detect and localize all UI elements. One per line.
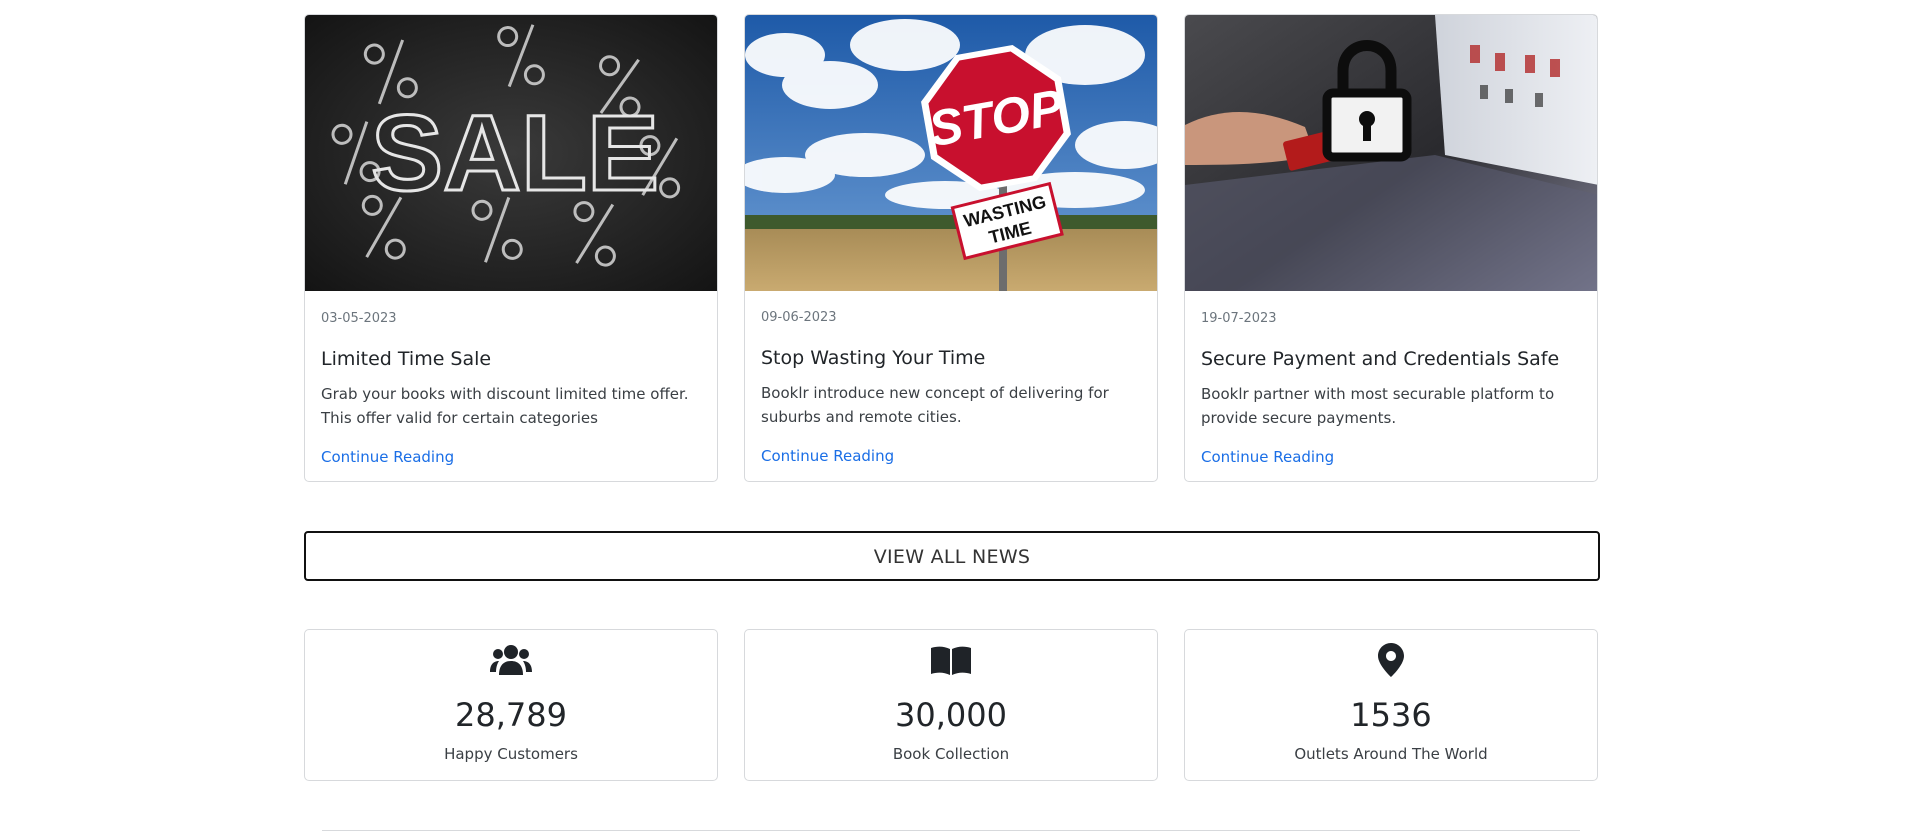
news-date: 03-05-2023	[321, 311, 397, 326]
continue-reading-link[interactable]: Continue Reading	[1201, 448, 1334, 466]
news-date: 09-06-2023	[761, 310, 837, 325]
news-excerpt: Booklr introduce new concept of deliveri…	[761, 384, 1109, 426]
news-title: Limited Time Sale	[321, 348, 492, 370]
secure-payment-padlock-image	[1185, 15, 1597, 291]
view-all-news-button[interactable]: VIEW ALL NEWS	[304, 531, 1600, 581]
news-card: 19-07-2023 Secure Payment and Credential…	[1184, 14, 1598, 482]
stat-card-customers: 28,789 Happy Customers	[304, 629, 718, 781]
news-date: 19-07-2023	[1201, 311, 1277, 326]
news-cards-row: SALE 03-05-2023 Limited Time Sale Grab y…	[304, 14, 1600, 482]
stat-value: 28,789	[455, 696, 567, 734]
stat-card-outlets: 1536 Outlets Around The World	[1184, 629, 1598, 781]
stat-value: 1536	[1350, 696, 1432, 734]
stop-wasting-time-sign-image: STOP WASTING TIME	[745, 15, 1157, 291]
news-card: SALE 03-05-2023 Limited Time Sale Grab y…	[304, 14, 718, 482]
continue-reading-link[interactable]: Continue Reading	[761, 447, 894, 465]
stat-label: Outlets Around The World	[1294, 745, 1488, 763]
users-icon	[490, 645, 532, 675]
news-card: STOP WASTING TIME 09-06-2023 Stop Wastin…	[744, 14, 1158, 482]
stat-card-books: 30,000 Book Collection	[744, 629, 1158, 781]
book-open-icon	[931, 646, 971, 675]
news-excerpt: Grab your books with discount limited ti…	[321, 385, 689, 427]
continue-reading-link[interactable]: Continue Reading	[321, 448, 454, 466]
page: SALE 03-05-2023 Limited Time Sale Grab y…	[0, 0, 1906, 831]
news-title: Secure Payment and Credentials Safe	[1201, 348, 1560, 370]
map-pin-icon	[1378, 643, 1404, 677]
stat-label: Happy Customers	[444, 745, 578, 763]
news-excerpt: Booklr partner with most securable platf…	[1201, 385, 1555, 427]
sale-image-text: SALE	[371, 92, 659, 213]
news-title: Stop Wasting Your Time	[761, 347, 986, 369]
stat-value: 30,000	[895, 696, 1007, 734]
sale-chalkboard-image: SALE	[305, 15, 717, 291]
stat-label: Book Collection	[892, 745, 1010, 763]
